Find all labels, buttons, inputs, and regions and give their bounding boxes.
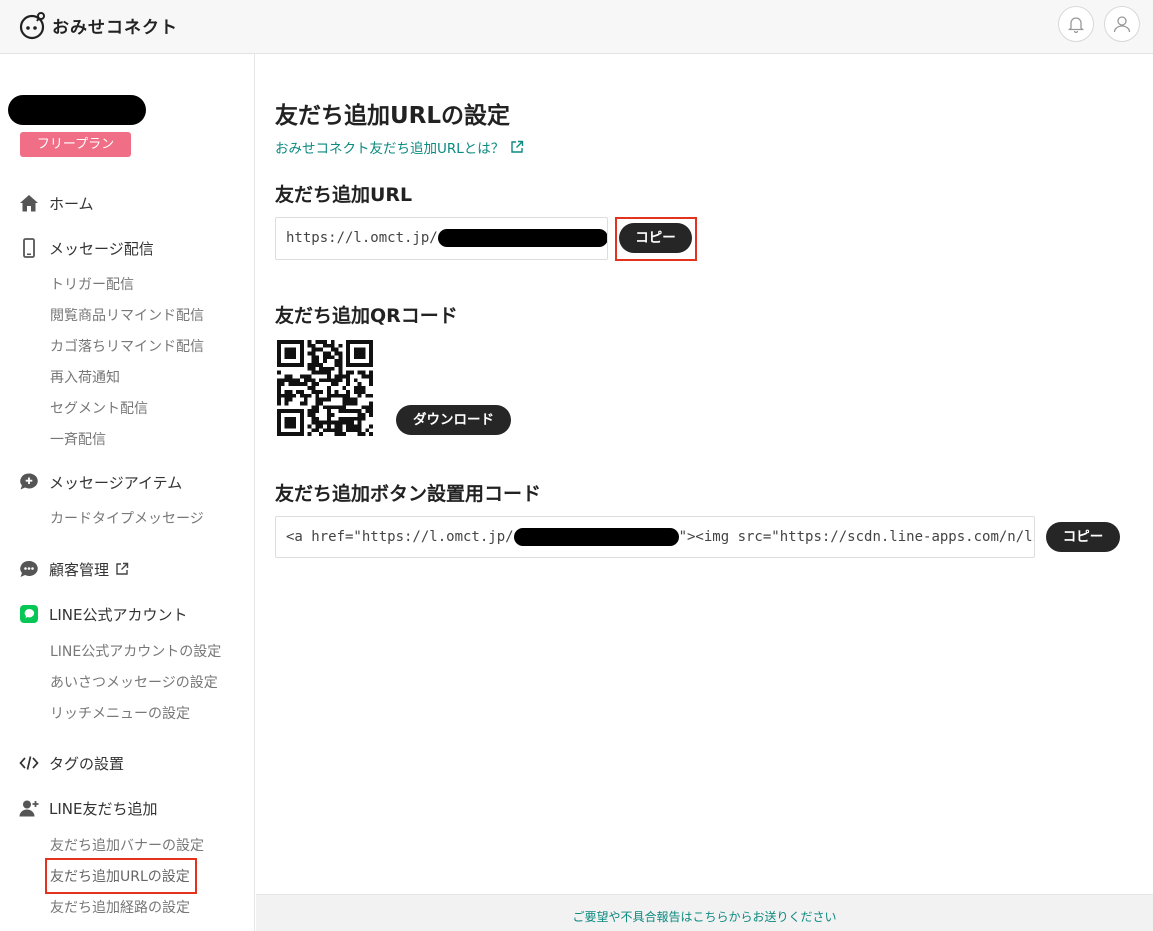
button-code-section-title: 友だち追加ボタン設置用コード [275,483,542,505]
sidebar-sub-friend-banner[interactable]: 友だち追加バナーの設定 [50,836,204,856]
sidebar-item-label: メッセージ配信 [49,239,154,258]
sidebar-item-message-delivery[interactable]: メッセージ配信 [18,236,154,260]
code-suffix: "><img src="https://scdn.line-apps.com/n… [678,529,1034,545]
button-code-field[interactable]: <a href="https://l.omct.jp/ "><img src="h… [275,516,1035,558]
help-link-text: おみせコネクト友だち追加URLとは？ [275,141,505,157]
sidebar-item-tag-setup[interactable]: タグの設置 [18,751,124,775]
sidebar-item-line-friend[interactable]: LINE友だち追加 [18,796,157,820]
sidebar-item-label: LINE公式アカウント [49,605,188,624]
url-redacted [437,229,607,247]
user-plus-icon [18,797,40,819]
sidebar-sub-rich-menu[interactable]: リッチメニューの設定 [50,704,190,724]
logo-face-icon [18,10,48,40]
sidebar-sub-broadcast[interactable]: 一斉配信 [50,430,106,450]
sidebar: フリープラン ホーム メッセージ配信 トリガー配信 閲覧商品リマインド配信 カゴ… [0,54,255,931]
sidebar-item-label: タグの設置 [49,754,125,773]
code-icon [18,752,40,774]
sidebar-sub-line-account-settings[interactable]: LINE公式アカウントの設定 [50,642,221,662]
page-title: 友だち追加URLの設定 [275,103,511,129]
line-logo-icon [18,603,40,625]
url-section-title: 友だち追加URL [275,184,413,206]
logo-text: おみせコネクト [52,17,178,38]
sidebar-item-home[interactable]: ホーム [18,191,94,215]
sidebar-sub-viewed-reminder[interactable]: 閲覧商品リマインド配信 [50,306,204,326]
sidebar-item-line-account[interactable]: LINE公式アカウント [18,602,187,626]
sidebar-item-message-items[interactable]: メッセージアイテム [18,470,182,494]
plan-badge: フリープラン [20,132,131,157]
qr-section-title: 友だち追加QRコード [275,305,458,327]
highlight-box [45,858,197,894]
external-link-icon [510,140,524,154]
copy-code-button[interactable]: コピー [1046,522,1120,552]
code-url-redacted [513,528,679,546]
account-button[interactable] [1104,6,1140,42]
sidebar-item-label: ホーム [49,194,94,213]
sidebar-sub-cart-reminder[interactable]: カゴ落ちリマインド配信 [50,337,204,357]
sidebar-sub-trigger[interactable]: トリガー配信 [50,275,134,295]
code-prefix: <a href="https://l.omct.jp/ [286,529,514,545]
main-content: 友だち追加URLの設定 おみせコネクト友だち追加URLとは？ 友だち追加URL … [256,54,1153,894]
bell-icon [1067,17,1085,33]
external-link-icon [115,562,129,576]
friend-url-field[interactable]: https://l.omct.jp/ [275,217,608,260]
notifications-button[interactable] [1058,6,1094,42]
highlight-box [615,217,697,261]
qr-code-image [277,340,373,436]
help-link[interactable]: おみせコネクト友だち追加URLとは？ [275,137,524,157]
sidebar-sub-greeting[interactable]: あいさつメッセージの設定 [50,673,218,693]
chat-dots-icon [18,558,40,580]
app-header: おみせコネクト [0,0,1153,54]
feedback-link[interactable]: ご要望や不具合報告はこちらからお送りください [572,910,836,924]
shop-name-redacted [8,95,146,125]
url-prefix: https://l.omct.jp/ [286,230,438,246]
sidebar-item-label: 顧客管理 [49,560,110,579]
smartphone-icon [18,237,40,259]
sidebar-item-label: LINE友だち追加 [49,799,158,818]
home-icon [18,192,40,214]
sidebar-item-customer-mgmt[interactable]: 顧客管理 [18,557,129,581]
sidebar-sub-restock[interactable]: 再入荷通知 [50,368,120,388]
sidebar-item-label: メッセージアイテム [49,473,183,492]
sidebar-sub-segment[interactable]: セグメント配信 [50,399,148,419]
download-qr-button[interactable]: ダウンロード [396,405,511,435]
app-logo[interactable]: おみせコネクト [18,8,178,42]
feedback-footer[interactable]: ご要望や不具合報告はこちらからお送りください [256,894,1153,931]
sidebar-sub-friend-route[interactable]: 友だち追加経路の設定 [50,898,190,918]
sidebar-sub-card-type[interactable]: カードタイプメッセージ [50,509,204,529]
user-icon [1113,16,1131,33]
chat-plus-icon [18,471,40,493]
